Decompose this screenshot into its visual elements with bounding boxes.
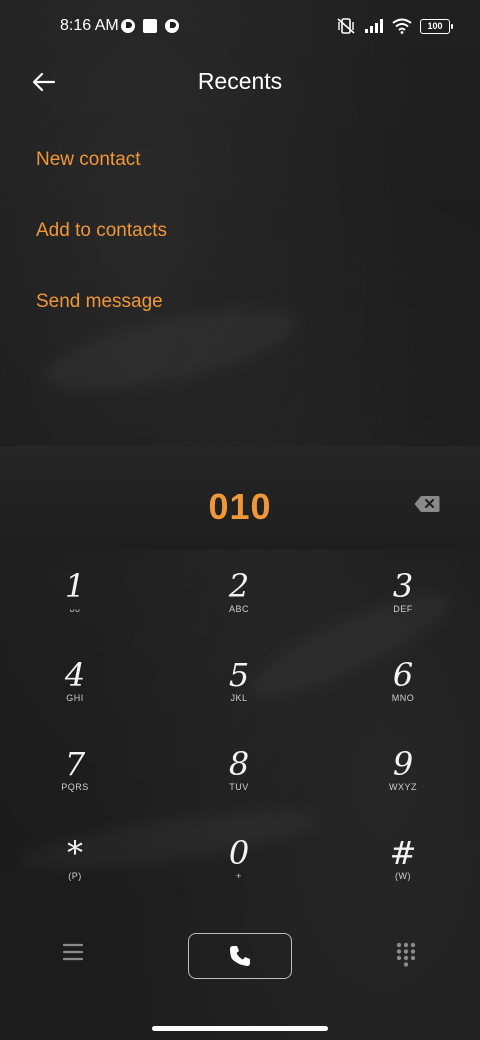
key-digit: 7 bbox=[64, 745, 86, 783]
battery-indicator: 100 bbox=[420, 18, 453, 34]
key-letters: GHI bbox=[66, 693, 84, 703]
key-7[interactable]: 7 PQRS bbox=[15, 744, 135, 824]
key-letters: PQRS bbox=[61, 782, 89, 792]
key-digit: 6 bbox=[392, 656, 414, 694]
key-letters: MNO bbox=[391, 693, 415, 703]
key-9[interactable]: 9 WXYZ bbox=[343, 744, 463, 824]
voicemail-icon: ᴗᴗ bbox=[69, 604, 81, 614]
dialed-number[interactable]: 010 bbox=[0, 486, 480, 528]
backspace-icon bbox=[414, 496, 440, 512]
notification-app-icon-2 bbox=[165, 19, 179, 33]
key-letters: (P) bbox=[68, 871, 82, 881]
menu-button[interactable] bbox=[62, 942, 84, 962]
bottom-bar bbox=[0, 930, 480, 980]
key-letters: JKL bbox=[230, 693, 248, 703]
key-1[interactable]: 1 ᴗᴗ bbox=[15, 566, 135, 646]
key-digit: 3 bbox=[392, 567, 414, 605]
key-letters: WXYZ bbox=[389, 782, 417, 792]
page-title: Recents bbox=[197, 68, 283, 94]
key-digit: 9 bbox=[392, 745, 414, 783]
status-time: 8:16 AM bbox=[60, 17, 119, 34]
key-digit: 8 bbox=[228, 745, 250, 783]
key-6[interactable]: 6 MNO bbox=[343, 655, 463, 735]
dialpad-toggle-button[interactable] bbox=[396, 942, 416, 968]
notification-app-icon bbox=[121, 19, 135, 33]
status-bar: 8:16 AM 100 bbox=[0, 0, 480, 56]
system-icons: 100 bbox=[336, 17, 453, 35]
key-letters: TUV bbox=[229, 782, 249, 792]
key-2[interactable]: 2 ABC bbox=[179, 566, 299, 646]
call-button[interactable] bbox=[188, 933, 292, 979]
key-star[interactable]: * (P) bbox=[15, 833, 135, 913]
hamburger-menu-icon bbox=[62, 943, 84, 961]
key-letters: + bbox=[236, 871, 242, 881]
new-contact-action[interactable]: New contact bbox=[36, 140, 456, 211]
key-letters: DEF bbox=[393, 604, 413, 614]
number-display: 010 bbox=[0, 446, 480, 550]
dialpad-icon bbox=[396, 942, 416, 967]
key-digit: 2 bbox=[228, 567, 250, 605]
key-digit: 5 bbox=[228, 656, 250, 694]
key-hash[interactable]: # (W) bbox=[343, 833, 463, 913]
key-letters: ABC bbox=[228, 604, 249, 614]
key-digit: 4 bbox=[64, 656, 86, 694]
vibrate-muted-icon bbox=[337, 18, 355, 34]
key-3[interactable]: 3 DEF bbox=[343, 566, 463, 646]
key-digit: * bbox=[67, 834, 83, 872]
wifi-icon bbox=[392, 18, 412, 34]
key-digit: 1 bbox=[64, 567, 86, 605]
home-indicator[interactable] bbox=[152, 1026, 328, 1031]
send-message-action[interactable]: Send message bbox=[36, 282, 456, 353]
number-actions: New contact Add to contacts Send message bbox=[36, 140, 456, 353]
key-letters: (W) bbox=[395, 871, 411, 881]
add-to-contacts-action[interactable]: Add to contacts bbox=[36, 211, 456, 282]
key-5[interactable]: 5 JKL bbox=[179, 655, 299, 735]
key-4[interactable]: 4 GHI bbox=[15, 655, 135, 735]
header: Recents bbox=[0, 56, 480, 108]
key-0[interactable]: 0 + bbox=[179, 833, 299, 913]
key-8[interactable]: 8 TUV bbox=[179, 744, 299, 824]
backspace-button[interactable] bbox=[414, 495, 440, 513]
dialer-screen: 8:16 AM 100 Recents New contact Add to c… bbox=[0, 0, 480, 1040]
phone-icon bbox=[230, 946, 250, 966]
signal-icon bbox=[365, 19, 383, 33]
notification-square-icon bbox=[143, 19, 157, 33]
key-digit: # bbox=[389, 834, 417, 872]
key-digit: 0 bbox=[228, 834, 250, 872]
notification-icons bbox=[120, 18, 180, 34]
